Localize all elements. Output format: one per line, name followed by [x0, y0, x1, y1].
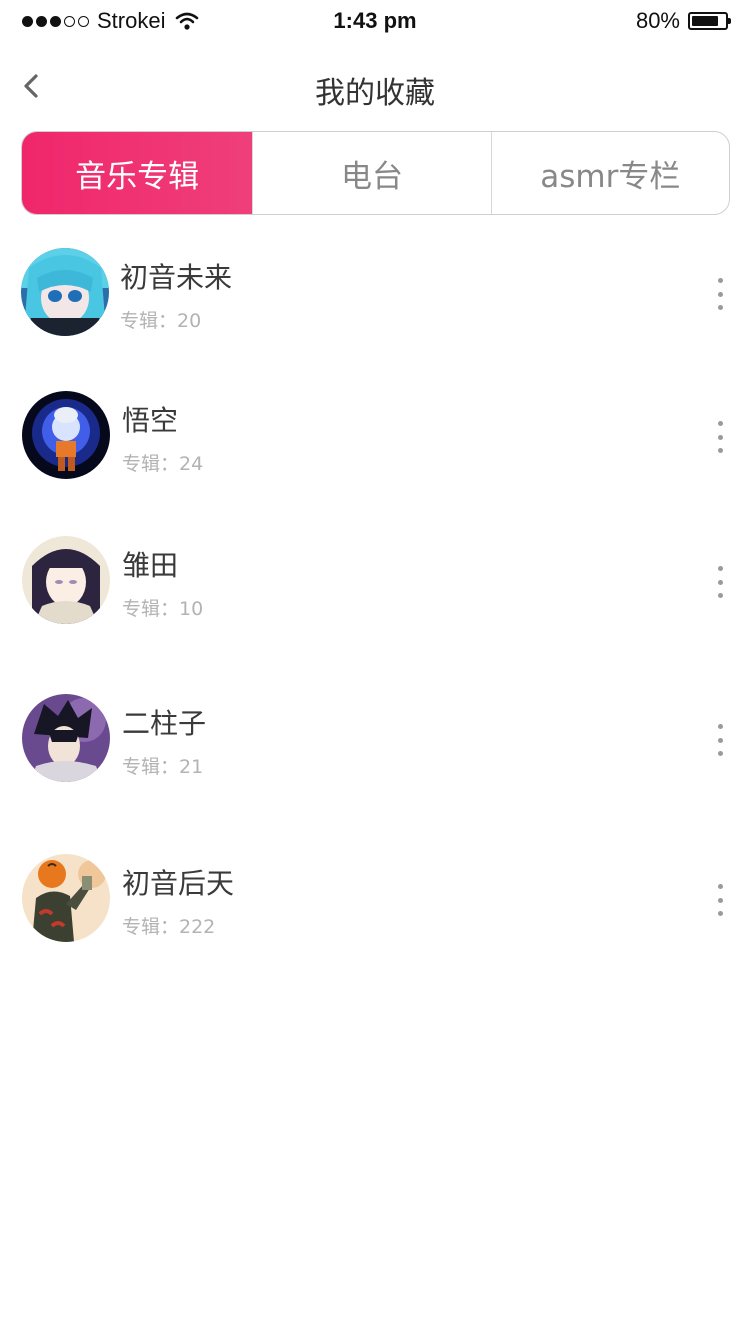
more-options-icon[interactable]: [710, 884, 730, 916]
more-options-icon[interactable]: [710, 421, 730, 453]
item-title: 二柱子: [122, 707, 207, 740]
list-item[interactable]: 二柱子 专辑：21: [0, 694, 750, 804]
avatar-image: [21, 248, 109, 336]
item-title: 初音未来: [120, 261, 233, 294]
tab-asmr[interactable]: asmr专栏: [490, 132, 729, 214]
avatar: [22, 391, 110, 479]
more-options-icon[interactable]: [710, 724, 730, 756]
avatar: [21, 248, 109, 336]
avatar: [22, 536, 110, 624]
tab-radio[interactable]: 电台: [252, 132, 490, 214]
status-bar: Strokei 1:43 pm 80%: [0, 0, 750, 42]
tab-music-albums[interactable]: 音乐专辑: [22, 132, 253, 214]
avatar-image: [22, 536, 110, 624]
list-item[interactable]: 悟空 专辑：24: [0, 391, 750, 501]
avatar-image: [22, 694, 110, 782]
item-subtitle: 专辑：222: [122, 916, 216, 938]
item-subtitle: 专辑：24: [122, 453, 204, 475]
status-right: 80%: [635, 8, 731, 34]
item-title: 悟空: [122, 404, 179, 437]
item-title: 雏田: [122, 549, 179, 582]
page-title: 我的收藏: [315, 76, 435, 111]
list-item[interactable]: 雏田 专辑：10: [0, 536, 750, 646]
list-item[interactable]: 初音未来 专辑：20: [0, 248, 750, 358]
avatar: [22, 854, 110, 942]
list-item[interactable]: 初音后天 专辑：222: [0, 854, 750, 964]
item-title: 初音后天: [122, 867, 235, 900]
item-subtitle: 专辑：20: [120, 310, 202, 332]
more-options-icon[interactable]: [710, 566, 730, 598]
tab-bar: 音乐专辑 电台 asmr专栏: [21, 131, 730, 215]
battery-icon: [688, 12, 731, 30]
navigation-bar: 我的收藏: [0, 42, 750, 130]
item-subtitle: 专辑：10: [122, 598, 204, 620]
battery-level: [692, 16, 718, 26]
item-subtitle: 专辑：21: [122, 756, 204, 778]
avatar-image: [22, 391, 110, 479]
avatar: [22, 694, 110, 782]
more-options-icon[interactable]: [710, 278, 730, 310]
battery-percent: 80%: [635, 8, 680, 33]
avatar-image: [22, 854, 110, 942]
